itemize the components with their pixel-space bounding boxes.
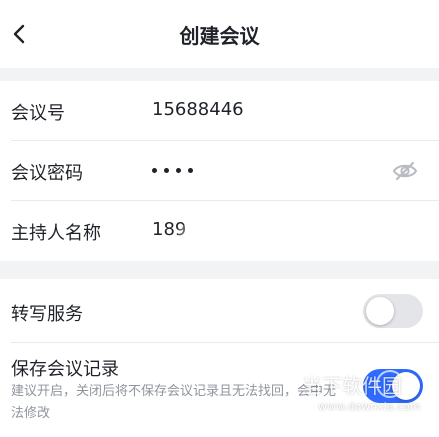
meeting-password-label: 会议密码: [11, 163, 83, 184]
password-field[interactable]: [152, 168, 193, 173]
page-title: 创建会议: [179, 24, 260, 48]
host-name-row: 主持人名称 189: [0, 201, 439, 261]
host-name-label: 主持人名称: [11, 223, 101, 244]
password-dot: [164, 168, 169, 173]
watermark-url: www.downxia.com: [318, 400, 421, 413]
transcription-label: 转写服务: [11, 304, 83, 325]
meeting-id-row: 会议号 15688446: [0, 81, 439, 141]
meeting-id-value: 15688446: [152, 99, 244, 120]
toggle-knob: [366, 297, 394, 325]
host-name-blur: [178, 225, 223, 235]
meeting-id-label: 会议号: [11, 103, 65, 124]
password-dot: [188, 168, 193, 173]
save-record-label: 保存会议记录: [11, 359, 119, 380]
password-dot: [152, 168, 157, 173]
meeting-password-row: 会议密码: [0, 141, 439, 201]
save-record-description: 建议开启，关闭后将不保存会议记录且无法找回，会中无法修改: [11, 384, 337, 421]
eye-off-icon[interactable]: [392, 160, 418, 182]
navigation-bar: 创建会议: [0, 0, 439, 68]
transcription-toggle[interactable]: [363, 294, 423, 328]
password-dot: [176, 168, 181, 173]
transcription-row: 转写服务: [0, 282, 439, 342]
watermark-text: 当下软件园: [302, 374, 402, 398]
meeting-info-card: 会议号 15688446 会议密码 主持人名称 189: [0, 81, 439, 261]
